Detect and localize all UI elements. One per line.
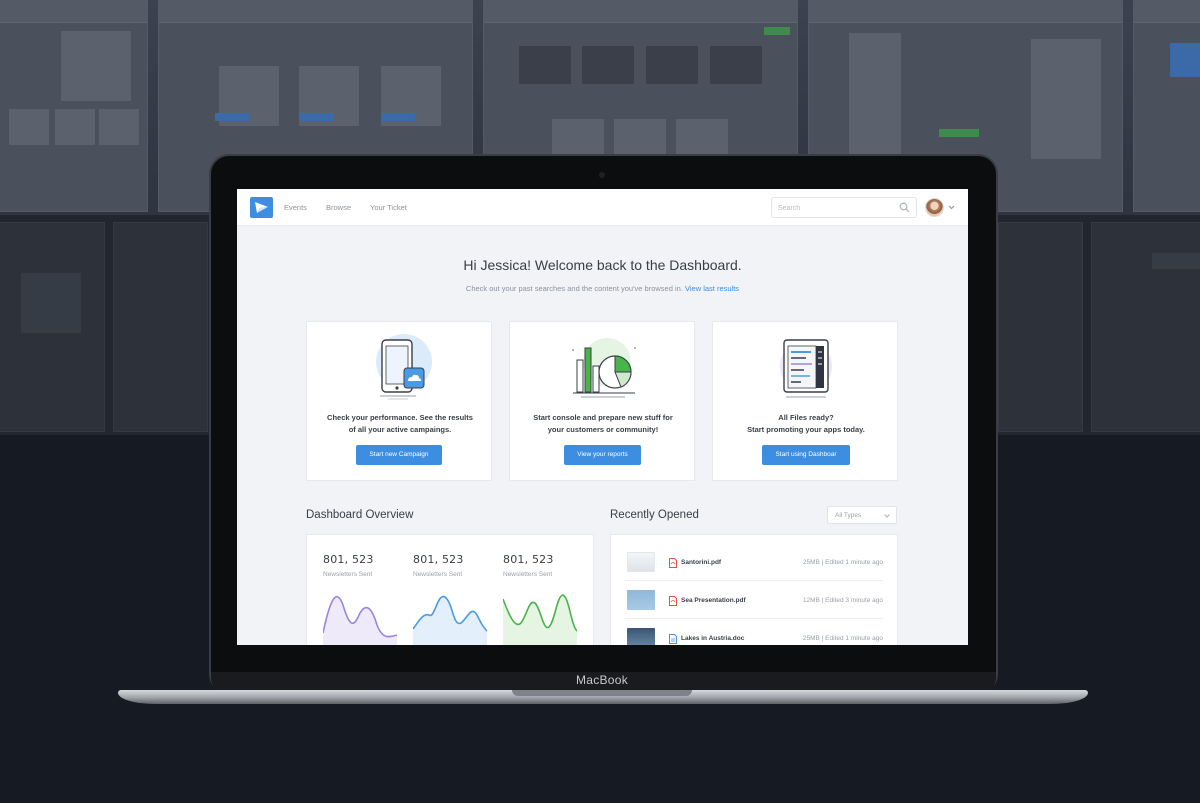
file-name[interactable]: Santorini.pdf: [681, 559, 721, 566]
phone-cloud-illustration-icon: [376, 334, 432, 400]
blue-sparkline: [413, 595, 487, 645]
file-row[interactable]: Sea Presentation.pdf 12MB | Edited 3 min…: [625, 581, 883, 619]
doc-file-icon: [669, 634, 677, 644]
pdf-file-icon: [669, 596, 677, 606]
recently-opened-panel: Santorini.pdf 25MB | Edited 1 minute ago…: [610, 534, 898, 645]
file-row[interactable]: Santorini.pdf 25MB | Edited 1 minute ago: [625, 543, 883, 581]
stat-label: Newsletters Sent: [503, 571, 553, 578]
background-screen-5: [1133, 0, 1200, 212]
file-type-select[interactable]: All Types: [827, 506, 897, 524]
dashboard-overview-title: Dashboard Overview: [306, 509, 414, 521]
bar-pie-chart-illustration-icon: [572, 338, 636, 398]
file-row[interactable]: Lakes in Austria.doc 25MB | Edited 1 min…: [625, 619, 883, 645]
view-last-results-link[interactable]: View last results: [685, 284, 739, 293]
welcome-subtitle: Check out your past searches and the con…: [237, 284, 968, 293]
stat-card-1: 801, 523 Newsletters Sent: [307, 535, 397, 645]
reports-card-text-line2: your customers or community!: [547, 425, 659, 434]
file-name[interactable]: Lakes in Austria.doc: [681, 635, 744, 642]
welcome-subtitle-text: Check out your past searches and the con…: [465, 284, 683, 293]
start-using-dashboard-button[interactable]: Start using Dashboar: [762, 445, 850, 465]
nav-events[interactable]: Events: [284, 203, 307, 212]
stat-card-3: 801, 523 Newsletters Sent: [487, 535, 577, 645]
files-card: All Files ready? Start promoting your ap…: [712, 321, 898, 481]
pdf-file-icon: [669, 558, 677, 568]
tablet-code-illustration-icon: [780, 339, 832, 398]
reports-card: Start console and prepare new stuff for …: [509, 321, 695, 481]
file-meta: 25MB | Edited 1 minute ago: [802, 635, 883, 642]
stat-value: 801, 523: [323, 553, 374, 566]
device-label: MacBook: [575, 673, 629, 687]
green-sparkline: [503, 594, 577, 645]
file-meta: 12MB | Edited 3 minute ago: [802, 597, 883, 604]
files-card-text-line2: Start promoting your apps today.: [747, 425, 865, 434]
chevron-down-icon[interactable]: [948, 205, 955, 210]
stat-card-2: 801, 523 Newsletters Sent: [397, 535, 487, 645]
laptop-notch: [512, 690, 692, 696]
campaign-card: Check your performance. See the results …: [306, 321, 492, 481]
background-screen-9: [1091, 222, 1200, 432]
file-type-select-value: All Types: [835, 512, 862, 519]
file-thumbnail: [627, 552, 655, 572]
search-input[interactable]: [778, 201, 888, 215]
file-meta: 25MB | Edited 1 minute ago: [802, 559, 883, 566]
search-icon[interactable]: [899, 202, 910, 213]
purple-sparkline: [323, 595, 397, 645]
stat-value: 801, 523: [503, 553, 554, 566]
dashboard-overview-panel: 801, 523 Newsletters Sent 801, 523 Newsl…: [306, 534, 594, 645]
stat-label: Newsletters Sent: [413, 571, 463, 578]
app-logo[interactable]: [250, 197, 273, 218]
nav-browse[interactable]: Browse: [326, 203, 351, 212]
background-screen-1: [0, 0, 148, 212]
files-card-text: All Files ready? Start promoting your ap…: [723, 412, 889, 436]
campaign-card-text: Check your performance. See the results …: [317, 412, 483, 436]
dashboard-screen: Events Browse Your Ticket Hi Jessica! We…: [237, 189, 968, 645]
reports-card-text-line1: Start console and prepare new stuff for: [533, 413, 673, 422]
recently-opened-title: Recently Opened: [610, 509, 699, 521]
camera-dot: [599, 172, 605, 178]
search-box: [771, 197, 917, 218]
top-navigation-bar: Events Browse Your Ticket: [237, 189, 968, 226]
background-screen-8: [998, 222, 1083, 432]
start-new-campaign-button[interactable]: Start new Campaign: [356, 445, 442, 465]
campaign-card-text-line2: of all your active campaings.: [348, 425, 452, 434]
background-screen-7: [113, 222, 208, 432]
files-card-text-line1: All Files ready?: [778, 413, 834, 422]
background-screen-6: [0, 222, 105, 432]
stat-label: Newsletters Sent: [323, 571, 373, 578]
reports-card-text: Start console and prepare new stuff for …: [520, 412, 686, 436]
file-thumbnail: [627, 590, 655, 610]
stat-value: 801, 523: [413, 553, 464, 566]
file-name[interactable]: Sea Presentation.pdf: [681, 597, 746, 604]
campaign-card-text-line1: Check your performance. See the results: [327, 413, 473, 422]
nav-your-ticket[interactable]: Your Ticket: [370, 203, 407, 212]
view-your-reports-button[interactable]: View your reports: [564, 445, 641, 465]
user-avatar[interactable]: [925, 198, 944, 217]
file-thumbnail: [627, 628, 655, 645]
paper-plane-icon: [255, 202, 268, 213]
welcome-title: Hi Jessica! Welcome back to the Dashboar…: [463, 257, 742, 273]
chevron-down-icon: [884, 514, 890, 518]
